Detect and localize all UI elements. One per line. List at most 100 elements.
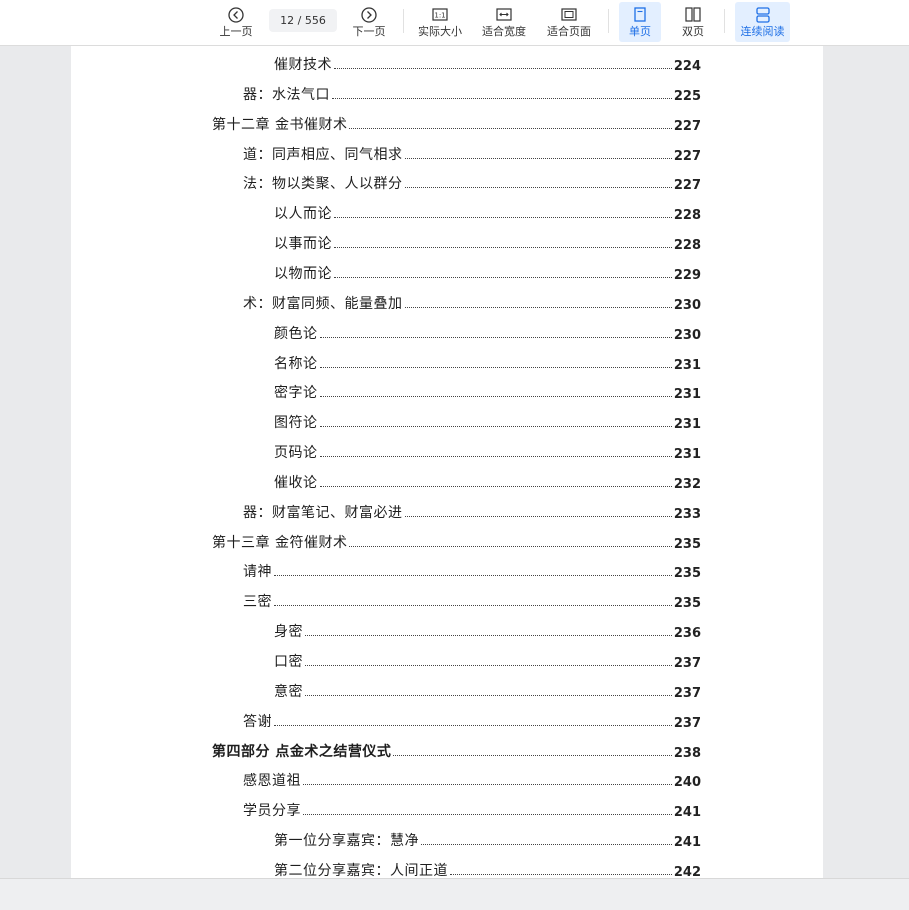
toc-entry-title: 学员分享 (243, 803, 301, 820)
toc-entry[interactable]: 颜色论 230 (274, 321, 701, 343)
toc-entry[interactable]: 答谢 237 (243, 709, 701, 731)
toc-entry-page-number: 237 (673, 715, 701, 731)
toc-entry[interactable]: 术：财富同频、能量叠加 230 (243, 291, 701, 313)
toc-entry[interactable]: 第十二章 金书催财术 227 (212, 112, 701, 134)
toc-entry[interactable]: 催财技术 224 (274, 52, 701, 74)
chevron-left-icon (213, 5, 259, 25)
toc-entry[interactable]: 感恩道祖 240 (243, 768, 701, 790)
toc-entry[interactable]: 催收论 232 (274, 470, 701, 492)
double-page-button[interactable]: 双页 (672, 2, 714, 42)
toc-entry[interactable]: 道：同声相应、同气相求 227 (243, 142, 701, 164)
toc-leader-dots (334, 247, 672, 249)
toc-entry-title: 道：同声相应、同气相求 (243, 146, 403, 163)
toc-entry-page-number: 230 (673, 297, 701, 313)
toc-leader-dots (404, 157, 672, 159)
toc-entry[interactable]: 页码论 231 (274, 440, 701, 462)
toc-entry-title: 器：水法气口 (243, 86, 330, 103)
toc-entry[interactable]: 身密 236 (274, 619, 701, 641)
toc-entry-page-number: 233 (673, 506, 701, 522)
double-page-icon (672, 5, 714, 25)
toc-entry-page-number: 229 (673, 267, 701, 283)
single-page-icon (619, 5, 661, 25)
toc-entry[interactable]: 以物而论 229 (274, 261, 701, 283)
next-page-button[interactable]: 下一页 (346, 2, 392, 42)
toc-entry-title: 第一位分享嘉宾：慧净 (274, 833, 419, 850)
toc-entry-title: 术：财富同频、能量叠加 (243, 295, 403, 312)
toc-entry-page-number: 228 (673, 208, 701, 224)
toc-entry-page-number: 235 (673, 566, 701, 582)
page-indicator[interactable]: 12 / 556 (269, 9, 337, 32)
toc-entry-page-number: 230 (673, 327, 701, 343)
toc-leader-dots (319, 456, 672, 458)
toc-leader-dots (303, 784, 672, 786)
toc-entry-page-number: 241 (673, 805, 701, 821)
toc-entry-title: 第十三章 金符催财术 (212, 534, 348, 551)
toc-entry-title: 颜色论 (274, 325, 318, 342)
toc-entry-page-number: 237 (673, 685, 701, 701)
toc-leader-dots (319, 426, 672, 428)
toc-entry-page-number: 241 (673, 835, 701, 851)
toc-entry[interactable]: 口密 237 (274, 649, 701, 671)
toc-entry-title: 身密 (274, 624, 303, 641)
toc-entry-page-number: 237 (673, 656, 701, 671)
toc-entry[interactable]: 名称论 231 (274, 351, 701, 373)
toc-entry-page-number: 238 (673, 745, 701, 761)
toc-entry[interactable]: 第二位分享嘉宾：人间正道 242 (274, 858, 701, 878)
toc-entry[interactable]: 第四部分 点金术之结营仪式 238 (212, 739, 701, 761)
actual-size-label: 实际大小 (418, 25, 462, 38)
single-page-button[interactable]: 单页 (619, 2, 661, 42)
toc-leader-dots (421, 844, 672, 846)
toc-entry[interactable]: 第十三章 金符催财术 235 (212, 530, 701, 552)
toc-leader-dots (349, 127, 672, 129)
toc-leader-dots (305, 665, 672, 666)
toc-entry-title: 口密 (274, 654, 303, 670)
toc-entry-title: 以人而论 (274, 206, 332, 223)
toc-entry-title: 第四部分 点金术之结营仪式 (212, 743, 392, 760)
toc-entry[interactable]: 以人而论 228 (274, 201, 701, 223)
toc-entry[interactable]: 图符论 231 (274, 410, 701, 432)
toc-entry-title: 三密 (243, 594, 272, 611)
toc-entry-page-number: 235 (673, 596, 701, 612)
toc-entry-page-number: 227 (673, 178, 701, 194)
toc-entry[interactable]: 以事而论 228 (274, 231, 701, 253)
toc-leader-dots (334, 217, 672, 219)
fit-page-button[interactable]: 适合页面 (542, 2, 596, 42)
toc-entry[interactable]: 器：财富笔记、财富必进 233 (243, 500, 701, 522)
toc-entry-page-number: 235 (673, 536, 701, 552)
toc-entry[interactable]: 第一位分享嘉宾：慧净 241 (274, 828, 701, 850)
toc-entry[interactable]: 三密 235 (243, 589, 701, 611)
toc-leader-dots (319, 396, 672, 398)
fit-page-icon (542, 5, 596, 25)
continuous-reading-button[interactable]: 连续阅读 (735, 2, 790, 42)
toc-entry[interactable]: 意密 237 (274, 679, 701, 701)
toc-entry[interactable]: 器：水法气口 225 (243, 82, 701, 104)
toc-entry-page-number: 227 (673, 118, 701, 134)
toc-leader-dots (305, 694, 672, 696)
viewer-toolbar: 上一页 12 / 556 下一页 1:1 实际大小 适合宽度 适合页面 单页 双… (0, 0, 909, 46)
toc-entry-title: 感恩道祖 (243, 773, 301, 790)
toc-entry[interactable]: 法：物以类聚、人以群分 227 (243, 171, 701, 193)
continuous-reading-icon (735, 5, 790, 25)
toc-entry[interactable]: 密字论 231 (274, 380, 701, 402)
toc-leader-dots (450, 873, 672, 875)
toc-entry-title: 页码论 (274, 445, 318, 462)
toc-leader-dots (274, 724, 672, 726)
document-page: 催财技术 224 器：水法气口 225 第十二章 金书催财术 227 道：同声相应、同气相求… (71, 46, 823, 878)
toc-entry-title: 法：物以类聚、人以群分 (243, 176, 403, 193)
toc-leader-dots (305, 635, 672, 637)
toc-leader-dots (404, 306, 672, 308)
toc-entry-page-number: 227 (673, 148, 701, 164)
toolbar-divider (403, 9, 404, 33)
fit-width-button[interactable]: 适合宽度 (477, 2, 531, 42)
toc-entry-page-number: 231 (673, 447, 701, 463)
toc-entry-page-number: 231 (673, 357, 701, 373)
prev-page-button[interactable]: 上一页 (213, 2, 259, 42)
actual-size-button[interactable]: 1:1 实际大小 (413, 2, 467, 42)
toc-entry[interactable]: 学员分享 241 (243, 798, 701, 820)
toc-entry-title: 意密 (274, 683, 303, 700)
chevron-right-icon (346, 5, 392, 25)
toc-leader-dots (349, 545, 672, 547)
toc-entry-title: 答谢 (243, 713, 272, 730)
toc-entry[interactable]: 请神 235 (243, 559, 701, 581)
prev-page-label: 上一页 (219, 25, 253, 38)
